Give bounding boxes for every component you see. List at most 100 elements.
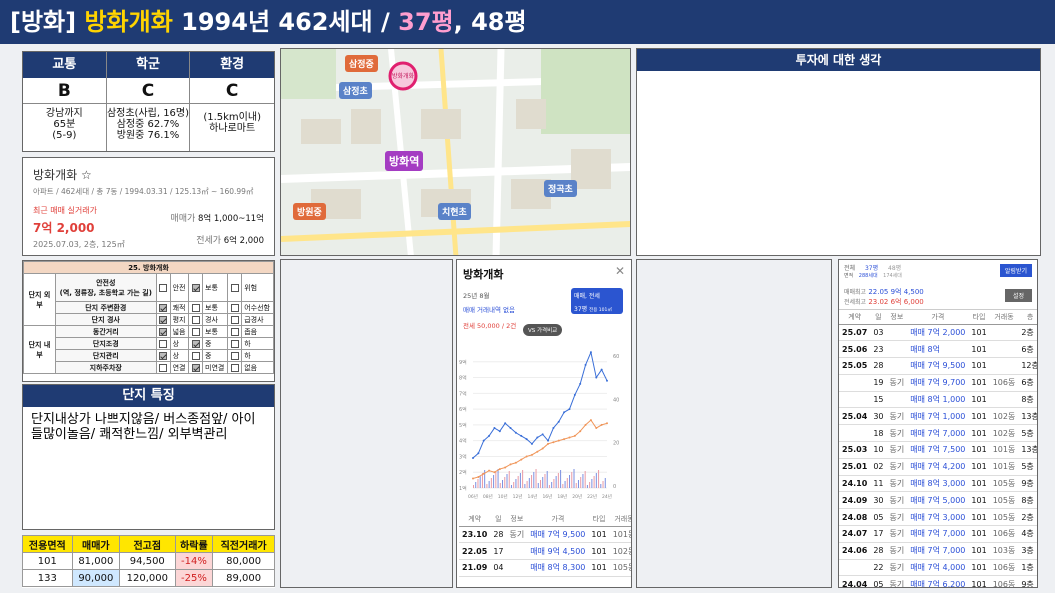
checkbox-icon[interactable] [159, 327, 168, 336]
volume-bar [502, 480, 504, 488]
close-icon[interactable]: ✕ [615, 264, 625, 278]
map-pin-jeonggok-elem[interactable]: 정곡초 [544, 180, 577, 197]
listing-card[interactable]: 방화개화 ☆ 아파트 / 462세대 / 총 7동 / 1994.03.31 /… [22, 157, 275, 256]
env-checkbox[interactable] [227, 337, 243, 350]
env-checkbox[interactable] [188, 301, 204, 314]
checkbox-icon[interactable] [230, 339, 239, 348]
volume-bar [557, 473, 559, 488]
map-view[interactable]: 삼정중 삼정초 방화역 방원중 치현초 정곡초 방화개화 [280, 48, 631, 256]
checkbox-icon[interactable] [191, 303, 200, 312]
series-point [600, 368, 603, 371]
tx-row[interactable]: 24.09 30 동기 매매 7억 5,000 101 105동 8층 [839, 491, 1037, 510]
features-box: 단지 특징 단지내상가 나쁘지않음/ 버스종점앞/ 아이들많이놀음/ 쾌적한느낌… [22, 384, 275, 530]
tx-row[interactable]: 25.01 02 동기 매매 7억 4,200 101 101동 5층 [839, 458, 1037, 476]
env-checkbox[interactable] [227, 273, 243, 302]
tab-37[interactable]: 37평 [865, 265, 878, 272]
tx-header: 가격 [907, 310, 969, 325]
map-pin-chihyeon-elem[interactable]: 치현초 [438, 203, 471, 220]
env-checkbox[interactable] [227, 313, 243, 326]
env-checkbox[interactable] [227, 325, 243, 338]
checkbox-icon[interactable] [159, 351, 168, 360]
y2-tick-label: 20 [613, 441, 619, 447]
tx-row[interactable]: 18 동기 매매 7억 7,000 101 102동 5층 [839, 424, 1037, 443]
env-checkbox[interactable] [188, 337, 204, 350]
tx-row[interactable]: 24.10 11 동기 매매 8억 3,000 101 105동 9층 [839, 475, 1037, 493]
checkbox-icon[interactable] [159, 315, 168, 324]
tab-48[interactable]: 48평 [888, 265, 901, 272]
tx-row[interactable]: 23.1028동기매매 7억 9,500101101동8층 [459, 526, 631, 544]
env-checkbox[interactable] [188, 273, 204, 302]
env-checkbox[interactable] [227, 301, 243, 314]
setting-button[interactable]: 설정 [1004, 289, 1032, 302]
checkbox-icon[interactable] [230, 303, 239, 312]
env-checkbox[interactable] [188, 361, 204, 374]
checkbox-icon[interactable] [159, 303, 168, 312]
tx-row[interactable]: 24.07 17 동기 매매 7억 7,000 101 106동 4층 [839, 525, 1037, 543]
env-checkbox[interactable] [155, 361, 171, 374]
y-tick-label: 8억 [459, 375, 467, 382]
tx-row[interactable]: 21.0904매매 8억 8,300101105동6층 [459, 559, 631, 577]
env-checkbox[interactable] [155, 325, 171, 338]
env-checkbox[interactable] [188, 325, 204, 338]
tx-row[interactable]: 24.08 05 동기 매매 7억 3,000 101 105동 2층 [839, 508, 1037, 527]
tx-row[interactable]: 19 동기 매매 7억 9,700 101 106동 6층 [839, 374, 1037, 392]
env-checkbox[interactable] [155, 273, 171, 302]
tx-cell: 9층 [1018, 475, 1037, 493]
filter-badge[interactable]: 매매, 전세 37평 전용 101㎡ [571, 288, 623, 314]
tx-cell: 2층 [1018, 324, 1037, 342]
checkbox-icon[interactable] [191, 339, 200, 348]
tx-header: 일 [870, 310, 887, 325]
checkbox-icon[interactable] [191, 283, 200, 292]
tx-row[interactable]: 15 매매 8억 1,000 101 8층 [839, 391, 1037, 409]
tx-header: 정보 [886, 310, 908, 325]
tx-cell: 매매 7억 4,200 [907, 458, 969, 476]
tx-row[interactable]: 25.06 23 매매 8억 101 6층 [839, 340, 1037, 359]
tx-cell: 매매 7억 6,200 [907, 575, 969, 587]
checkbox-icon[interactable] [159, 363, 168, 372]
tx-header: 타입 [968, 310, 990, 325]
title-size-b: , 48평 [453, 8, 527, 36]
checkbox-icon[interactable] [159, 339, 168, 348]
env-checkbox[interactable] [155, 313, 171, 326]
checkbox-icon[interactable] [230, 315, 239, 324]
y-tick-label: 7억 [459, 390, 467, 397]
map-pin-banghwa-station[interactable]: 방화역 [385, 151, 424, 171]
checkbox-icon[interactable] [191, 363, 200, 372]
checkbox-icon[interactable] [230, 283, 239, 292]
tx-row[interactable]: 24.06 28 동기 매매 7억 7,000 101 103동 3층 [839, 542, 1037, 560]
env-checkbox[interactable] [188, 313, 204, 326]
checkbox-icon[interactable] [191, 315, 200, 324]
tx-cell: 106동 [989, 525, 1019, 543]
map-pin-bangwon-middle[interactable]: 방원중 [293, 203, 326, 220]
env-option-label: 보통 [202, 273, 229, 302]
tx-row[interactable]: 24.04 05 동기 매매 7억 6,200 101 106동 9층 [839, 575, 1037, 587]
checkbox-icon[interactable] [159, 283, 168, 292]
env-checkbox[interactable] [155, 337, 171, 350]
tx-row[interactable]: 22 동기 매매 7억 4,000 101 106동 1층 [839, 559, 1037, 577]
tx-row[interactable]: 22.0517매매 9억 4,500101102동5층 [459, 542, 631, 561]
env-checkbox[interactable] [155, 349, 171, 362]
checkbox-icon[interactable] [230, 351, 239, 360]
env-checkbox[interactable] [188, 349, 204, 362]
tx-cell: 22.05 [459, 542, 491, 561]
tx-row[interactable]: 25.04 30 동기 매매 7억 1,000 101 102동 13층 [839, 407, 1037, 426]
checkbox-icon[interactable] [230, 363, 239, 372]
compare-button[interactable]: VS 가격비교 [523, 324, 563, 336]
volume-bar [540, 480, 541, 488]
volume-bar [477, 479, 479, 488]
checkbox-icon[interactable] [191, 327, 200, 336]
map-pin-samjeong-middle[interactable]: 삼정중 [345, 55, 378, 72]
series-point [493, 427, 496, 430]
tx-row[interactable]: 25.05 28 매매 7억 9,500 101 12층 [839, 357, 1037, 375]
volume-bar [569, 475, 571, 488]
tx-cell: 105동 [989, 475, 1019, 493]
tx-row[interactable]: 25.03 10 동기 매매 7억 7,500 101 101동 13층 [839, 441, 1037, 459]
env-checkbox[interactable] [227, 349, 243, 362]
checkbox-icon[interactable] [191, 351, 200, 360]
tx-row[interactable]: 25.07 03 매매 7억 2,000 101 2층 [839, 324, 1037, 342]
map-pin-samjeong-elem[interactable]: 삼정초 [339, 82, 372, 99]
alert-button[interactable]: 알림받기 [999, 264, 1032, 277]
env-checkbox[interactable] [155, 301, 171, 314]
env-checkbox[interactable] [227, 361, 243, 374]
checkbox-icon[interactable] [230, 327, 239, 336]
